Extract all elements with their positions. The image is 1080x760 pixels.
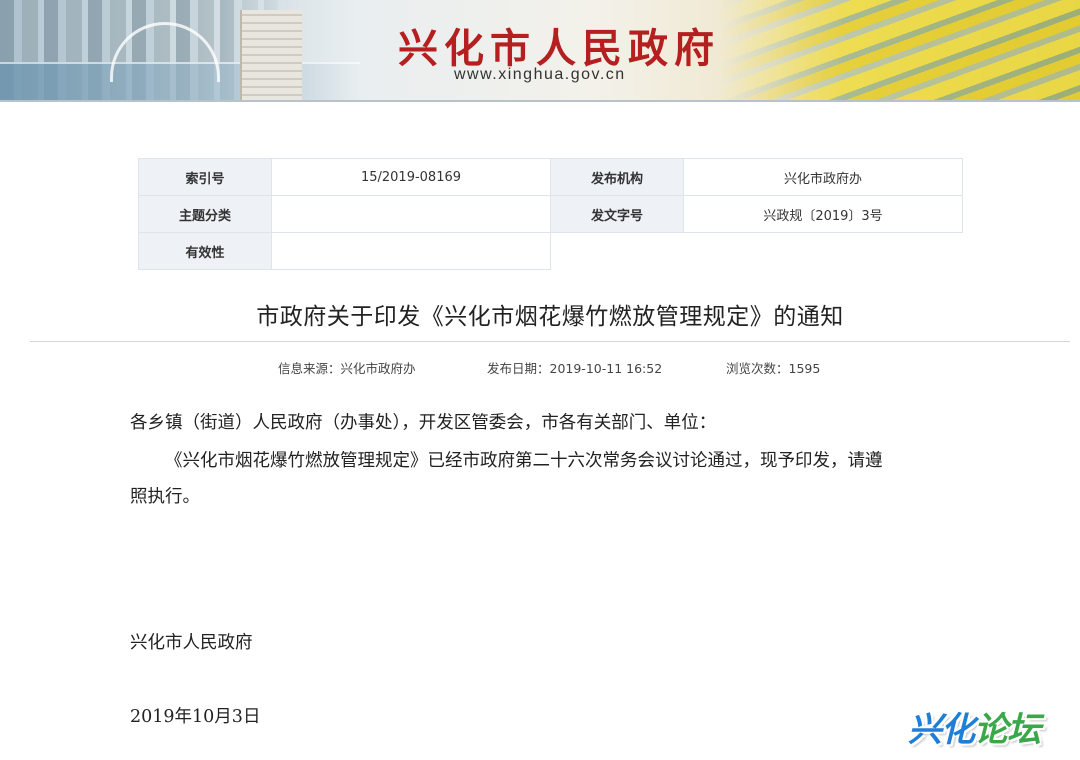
meta-source: 信息来源：兴化市政府办 [278, 361, 416, 376]
info-row: 主题分类 发文字号 兴政规〔2019〕3号 [138, 195, 963, 233]
meta-views: 浏览次数：1595 [726, 361, 821, 376]
index-value: 15/2019-08169 [271, 158, 551, 196]
forum-watermark-logo: 兴化论坛 [908, 702, 1074, 748]
banner-fields-image [720, 0, 1080, 100]
site-banner: 兴化市人民政府 www.xinghua.gov.cn [0, 0, 1080, 102]
salutation: 各乡镇（街道）人民政府（办事处），开发区管委会，市各有关部门、单位： [130, 413, 717, 433]
banner-building-image [240, 10, 302, 100]
document-title: 市政府关于印发《兴化市烟花爆竹燃放管理规定》的通知 [256, 304, 844, 330]
topic-value [271, 195, 551, 233]
empty-cell [551, 233, 684, 270]
sign-date: 2019年10月3日 [130, 707, 261, 727]
topic-label: 主题分类 [138, 195, 272, 233]
docno-value: 兴政规〔2019〕3号 [683, 195, 963, 233]
document-info-table: 索引号 15/2019-08169 发布机构 兴化市政府办 主题分类 发文字号 … [138, 158, 963, 270]
issuer-value: 兴化市政府办 [683, 158, 963, 196]
body-paragraph-line1: 《兴化市烟花爆竹燃放管理规定》已经市政府第二十六次常务会议讨论通过，现予印发，请… [165, 451, 883, 471]
validity-value [271, 232, 551, 270]
signature: 兴化市人民政府 [130, 633, 253, 653]
body-paragraph-line2: 照执行。 [130, 487, 200, 507]
index-label: 索引号 [138, 158, 272, 196]
watermark-text-part1: 兴化 [908, 710, 975, 748]
title-divider [30, 341, 1070, 342]
site-url[interactable]: www.xinghua.gov.cn [454, 66, 626, 84]
info-row: 有效性 [138, 232, 963, 270]
validity-label: 有效性 [138, 232, 272, 270]
info-row: 索引号 15/2019-08169 发布机构 兴化市政府办 [138, 158, 963, 196]
watermark-text-part2: 论坛 [974, 710, 1041, 748]
meta-date: 发布日期：2019-10-11 16:52 [487, 361, 663, 376]
issuer-label: 发布机构 [550, 158, 684, 196]
docno-label: 发文字号 [550, 195, 684, 233]
empty-cell [684, 233, 963, 270]
